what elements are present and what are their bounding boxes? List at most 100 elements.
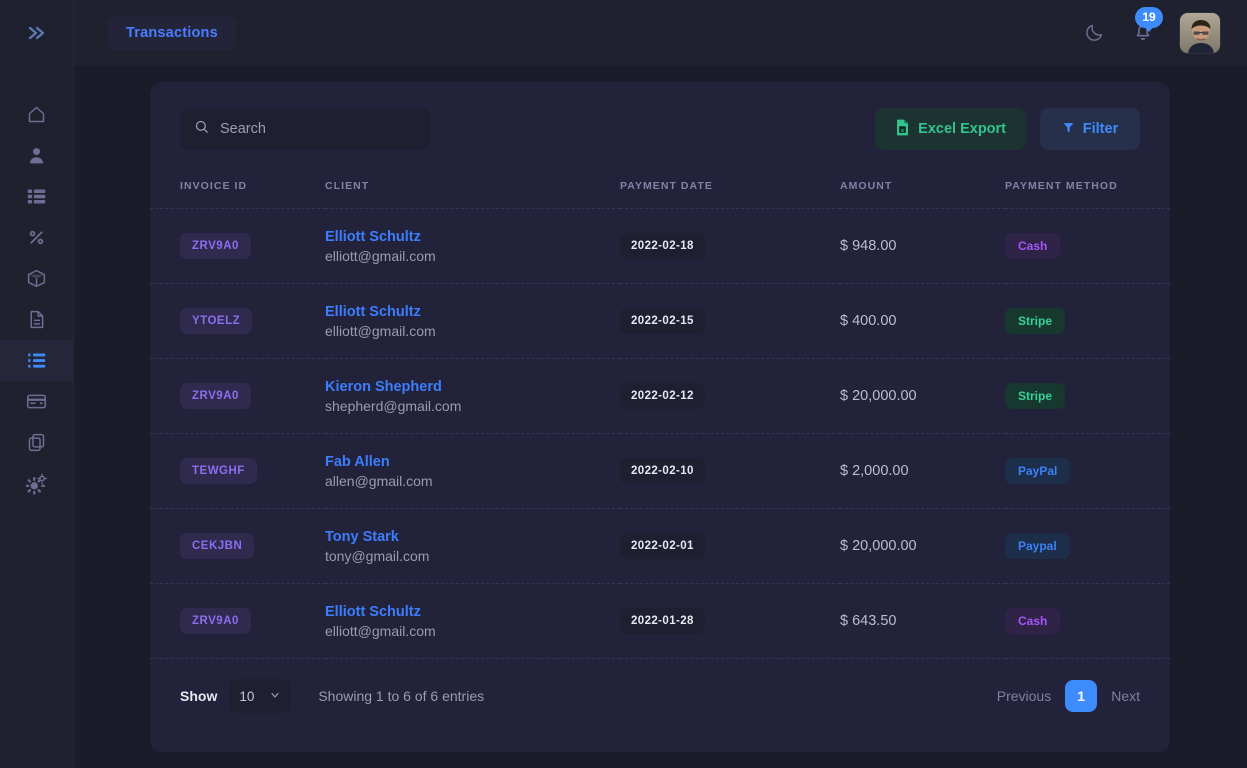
client-name-link[interactable]: Elliott Schultz [325,229,620,245]
table-row[interactable]: TEWGHF Fab Allen allen@gmail.com2022-02-10… [150,434,1170,509]
table-row[interactable]: ZRV9A0 Elliott Schultz elliott@gmail.com20… [150,584,1170,659]
search-placeholder: Search [220,121,266,137]
pagination-next[interactable]: Next [1111,688,1140,704]
pagination-previous[interactable]: Previous [997,688,1051,704]
amount-value: $ 400.00 [840,313,896,329]
excel-export-label: Excel Export [918,121,1006,137]
sidebar-item-products[interactable] [0,258,74,299]
invoice-id-chip: TEWGHF [180,458,257,484]
invoice-id-chip: CEKJBN [180,533,254,559]
client-email: elliott@gmail.com [325,623,620,639]
excel-export-button[interactable]: x Excel Export [875,108,1026,150]
chevron-down-icon [269,689,281,704]
sidebar-item-payments[interactable] [0,381,74,422]
cell-amount: $ 643.50 [840,584,1005,659]
amount-value: $ 2,000.00 [840,463,909,479]
sidebar-item-home[interactable] [0,94,74,135]
sidebar-item-discount[interactable] [0,217,74,258]
cell-invoice-id: YTOELZ [150,284,325,359]
search-input[interactable]: Search [180,108,430,150]
showing-entries-text: Showing 1 to 6 of 6 entries [318,688,484,704]
col-invoice-id: INVOICE ID [150,168,325,209]
home-icon [26,104,47,125]
client-name-link[interactable]: Kieron Shepherd [325,379,620,395]
filter-label: Filter [1083,121,1118,137]
cell-payment-date: 2022-02-15 [620,284,840,359]
client-email: allen@gmail.com [325,473,620,489]
show-label: Show [180,688,217,704]
cell-amount: $ 20,000.00 [840,509,1005,584]
amount-value: $ 643.50 [840,613,896,629]
cell-amount: $ 400.00 [840,284,1005,359]
sidebar-nav [0,94,73,504]
cell-client: Elliott Schultz elliott@gmail.com [325,284,620,359]
col-client: CLIENT [325,168,620,209]
payment-date-chip: 2022-02-15 [620,308,705,334]
notification-count-badge: 19 [1135,7,1163,28]
invoice-id-chip: ZRV9A0 [180,233,251,259]
payment-method-badge: Stripe [1005,383,1065,409]
invoice-id-chip: ZRV9A0 [180,383,251,409]
col-amount: AMOUNT [840,168,1005,209]
payment-date-chip: 2022-02-10 [620,458,705,484]
cell-client: Elliott Schultz elliott@gmail.com [325,584,620,659]
sidebar-item-settings[interactable] [0,463,74,504]
user-icon [26,145,47,166]
filter-button[interactable]: Filter [1040,108,1140,150]
page-size-select[interactable]: 10 [229,679,291,713]
client-name-link[interactable]: Fab Allen [325,454,620,470]
sidebar-item-list[interactable] [0,176,74,217]
client-email: elliott@gmail.com [325,323,620,339]
excel-file-icon: x [895,119,910,140]
client-name-link[interactable]: Elliott Schultz [325,604,620,620]
sidebar-header [0,0,73,66]
box-icon [26,268,47,289]
sidebar-item-documents[interactable] [0,299,74,340]
funnel-icon [1062,121,1075,138]
pagination-page-1[interactable]: 1 [1065,680,1097,712]
chevrons-right-icon[interactable] [20,16,54,50]
amount-value: $ 20,000.00 [840,538,917,554]
client-name-link[interactable]: Tony Stark [325,529,620,545]
cell-payment-method: Stripe [1005,284,1170,359]
cell-client: Tony Starktony@gmail.com [325,509,620,584]
table-row[interactable]: ZRV9A0Elliott Schultzelliott@gmail.com20… [150,209,1170,284]
cell-amount: $ 20,000.00 [840,359,1005,434]
cell-payment-date: 2022-02-10 [620,434,840,509]
cell-payment-method: Cash [1005,584,1170,659]
transactions-table: INVOICE ID CLIENT PAYMENT DATE AMOUNT PA… [150,168,1170,659]
payment-method-badge: PayPal [1005,458,1070,484]
sidebar-item-transactions[interactable] [0,340,74,381]
cell-payment-date: 2022-02-12 [620,359,840,434]
page-size-value: 10 [239,689,254,704]
ordered-list-icon [26,350,47,371]
cell-invoice-id: TEWGHF [150,434,325,509]
invoice-id-chip: ZRV9A0 [180,608,251,634]
cell-invoice-id: ZRV9A0 [150,584,325,659]
payment-method-badge: Paypal [1005,533,1070,559]
topbar-actions: 19 [1081,12,1221,54]
sidebar-item-users[interactable] [0,135,74,176]
avatar[interactable] [1179,12,1221,54]
cell-payment-method: Cash [1005,209,1170,284]
sidebar-item-copies[interactable] [0,422,74,463]
svg-text:x: x [901,127,904,133]
gears-icon [26,473,48,495]
tab-transactions[interactable]: Transactions [108,16,236,50]
notifications-bell[interactable]: 19 [1129,18,1157,48]
cell-client: Kieron Shepherd shepherd@gmail.com [325,359,620,434]
client-name-link[interactable]: Elliott Schultz [325,304,620,320]
table-row[interactable]: YTOELZ Elliott Schultz elliott@gmail.com20… [150,284,1170,359]
file-icon [26,309,47,330]
client-email: shepherd@gmail.com [325,398,620,414]
payment-date-chip: 2022-02-18 [620,233,705,259]
percent-icon [26,227,47,248]
table-row[interactable]: CEKJBNTony Starktony@gmail.com2022-02-01… [150,509,1170,584]
moon-icon[interactable] [1081,20,1107,46]
payment-date-chip: 2022-01-28 [620,608,705,634]
toolbar-actions: x Excel Export Filter [875,108,1140,150]
invoice-id-chip: YTOELZ [180,308,252,334]
table-row[interactable]: ZRV9A0 Kieron Shepherd shepherd@gmail.com2… [150,359,1170,434]
cell-payment-date: 2022-02-18 [620,209,840,284]
payment-method-badge: Cash [1005,608,1060,634]
